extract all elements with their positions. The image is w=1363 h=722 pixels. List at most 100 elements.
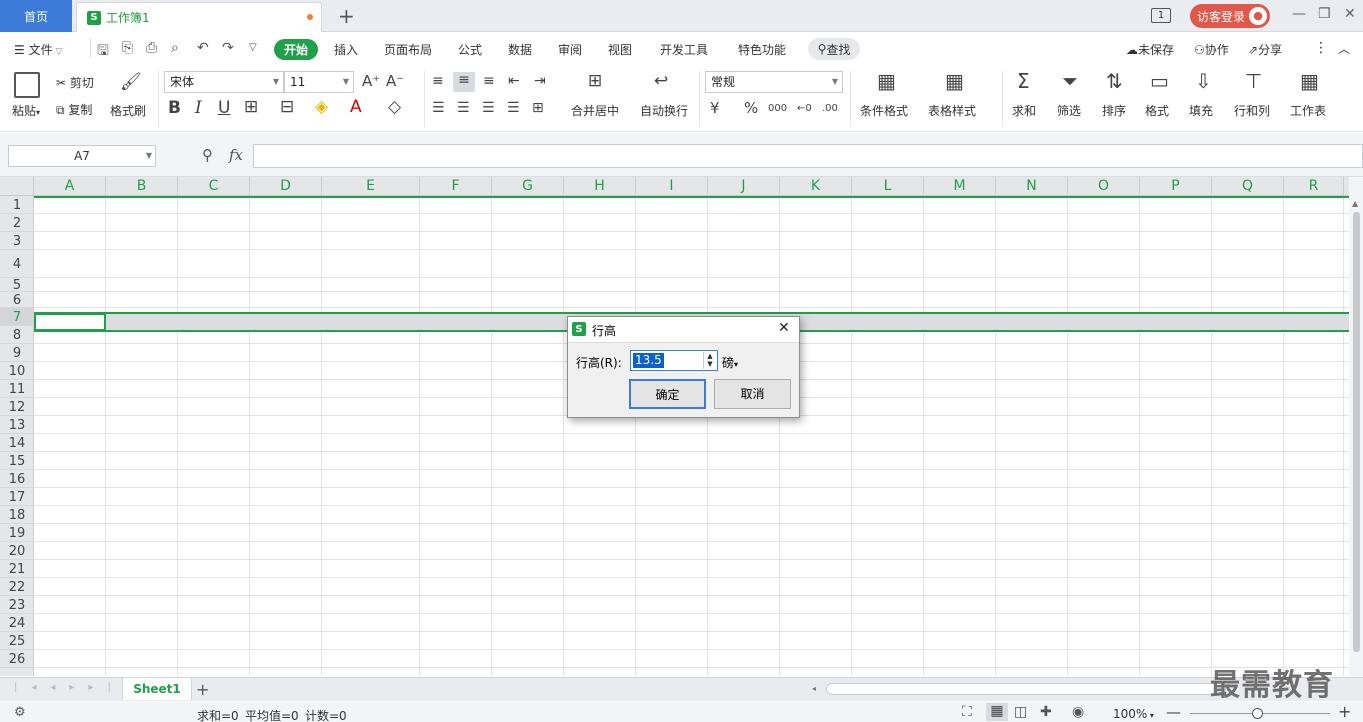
merge-center-icon[interactable]: ⊞ — [588, 73, 602, 90]
italic-button[interactable]: I — [195, 100, 202, 117]
print-preview-icon[interactable]: ⌕ — [171, 40, 179, 56]
tab-home[interactable]: 首页 — [0, 0, 72, 32]
vertical-scrollbar[interactable]: ▲ — [1349, 177, 1363, 677]
thousands-button[interactable]: 000 — [768, 100, 787, 117]
row-header-17[interactable]: 17 — [0, 488, 34, 506]
row-header-11[interactable]: 11 — [0, 380, 34, 398]
column-header-e[interactable]: E — [322, 177, 420, 196]
row-header-21[interactable]: 21 — [0, 560, 34, 578]
row-header-12[interactable]: 12 — [0, 398, 34, 416]
merge-center-button[interactable]: 合并居中 — [571, 102, 619, 119]
menu-developer[interactable]: 开发工具 — [660, 41, 708, 58]
menu-start[interactable]: 开始 — [274, 39, 318, 60]
align-middle-icon[interactable]: ≡ — [453, 72, 475, 92]
fx-button[interactable]: fx — [229, 146, 243, 164]
increase-font-icon[interactable]: A⁺ — [362, 73, 380, 90]
row-header-14[interactable]: 14 — [0, 434, 34, 452]
format-painter-button[interactable]: 格式刷 — [110, 102, 146, 119]
column-header-i[interactable]: I — [636, 177, 708, 196]
row-header-7[interactable]: 7 — [0, 308, 34, 326]
border-icon[interactable]: ⊞ — [244, 99, 258, 116]
justify-icon[interactable]: ☰ — [507, 100, 520, 117]
active-cell[interactable] — [34, 313, 106, 331]
font-color-icon[interactable]: A — [350, 99, 362, 116]
row-header-26[interactable]: 26 — [0, 650, 34, 668]
wrap-text-icon[interactable]: ↩ — [654, 73, 668, 90]
cell-grid[interactable] — [34, 196, 1349, 676]
export-icon[interactable]: ⎘ — [122, 40, 133, 56]
column-header-l[interactable]: L — [852, 177, 924, 196]
worksheet-icon[interactable]: ▦ — [1300, 71, 1319, 91]
scroll-up-icon[interactable]: ▲ — [1352, 199, 1358, 208]
column-header-f[interactable]: F — [420, 177, 492, 196]
tab-workbook[interactable]: S 工作簿1 — [76, 2, 322, 32]
table-style-icon[interactable]: ▦ — [945, 71, 964, 91]
align-left-icon[interactable]: ☰ — [432, 100, 445, 117]
row-header-5[interactable]: 5 — [0, 278, 34, 293]
currency-button[interactable]: ¥ — [710, 100, 720, 117]
fill-color-icon[interactable]: ◈ — [315, 99, 328, 116]
row-height-input[interactable]: 13.5 ▲ ▼ — [630, 350, 718, 371]
conditional-format-button[interactable]: 条件格式 — [860, 102, 908, 119]
macro-icon[interactable]: ⚙ — [14, 705, 26, 720]
format-painter-icon[interactable]: 🖌 — [120, 74, 142, 91]
table-style-button[interactable]: 表格样式 — [928, 102, 976, 119]
sort-button[interactable]: 排序 — [1102, 102, 1126, 119]
zoom-out-icon[interactable]: — — [1166, 703, 1181, 721]
row-header-23[interactable]: 23 — [0, 596, 34, 614]
row-header-24[interactable]: 24 — [0, 614, 34, 632]
decrease-indent-icon[interactable]: ⇤ — [508, 73, 520, 90]
select-all-corner[interactable] — [0, 177, 34, 196]
spin-up-icon[interactable]: ▲ — [704, 352, 716, 360]
cancel-button[interactable]: 取消 — [714, 379, 791, 409]
vertical-scroll-thumb[interactable] — [1353, 212, 1360, 652]
decrease-decimal-icon[interactable]: .00 — [822, 100, 838, 117]
column-header-o[interactable]: O — [1068, 177, 1140, 196]
row-header-15[interactable]: 15 — [0, 452, 34, 470]
column-header-k[interactable]: K — [780, 177, 852, 196]
sum-button[interactable]: 求和 — [1012, 102, 1036, 119]
column-header-g[interactable]: G — [492, 177, 564, 196]
row-header-8[interactable]: 8 — [0, 326, 34, 344]
column-header-c[interactable]: C — [178, 177, 250, 196]
copy-button[interactable]: ⧉ 复制 — [56, 101, 92, 118]
undo-icon[interactable]: ↶ — [197, 40, 209, 56]
column-header-m[interactable]: M — [924, 177, 996, 196]
worksheet-button[interactable]: 工作表 — [1290, 102, 1326, 119]
fill-button[interactable]: 填充 — [1189, 102, 1213, 119]
filter-icon[interactable]: ⏷ — [1062, 71, 1078, 91]
fullscreen-icon[interactable]: ⛶ — [962, 704, 972, 720]
menu-review[interactable]: 审阅 — [558, 41, 582, 58]
menu-file[interactable]: ☰ 文件 ▽ — [14, 41, 62, 58]
row-height-stepper[interactable]: ▲ ▼ — [703, 352, 716, 369]
column-header-h[interactable]: H — [564, 177, 636, 196]
column-header-b[interactable]: B — [106, 177, 178, 196]
menu-insert[interactable]: 插入 — [334, 41, 358, 58]
percent-button[interactable]: % — [744, 100, 758, 117]
menu-page-layout[interactable]: 页面布局 — [384, 41, 432, 58]
column-header-q[interactable]: Q — [1212, 177, 1284, 196]
filter-button[interactable]: 筛选 — [1057, 102, 1081, 119]
sheet-nav-icons[interactable]: |◂◂▸▸| — [14, 682, 125, 693]
collapse-ribbon-icon[interactable]: ︿ — [1338, 40, 1350, 57]
bold-button[interactable]: B — [168, 100, 181, 117]
align-center-icon[interactable]: ☰ — [457, 100, 470, 117]
new-tab-button[interactable]: + — [338, 4, 355, 28]
row-header-2[interactable]: 2 — [0, 214, 34, 232]
paste-icon[interactable] — [14, 72, 40, 98]
format-icon[interactable]: ▭ — [1150, 71, 1169, 91]
conditional-format-icon[interactable]: ▦ — [877, 71, 896, 91]
spin-down-icon[interactable]: ▼ — [704, 360, 716, 368]
row-header-18[interactable]: 18 — [0, 506, 34, 524]
zoom-formula-icon[interactable]: ⚲ — [202, 146, 213, 164]
column-header-j[interactable]: J — [708, 177, 780, 196]
page-break-view-icon[interactable]: ◫ — [1014, 704, 1027, 720]
normal-view-icon[interactable]: ▦ — [986, 703, 1008, 721]
align-top-icon[interactable]: ≡ — [432, 73, 444, 90]
name-box[interactable]: A7 ▼ — [8, 145, 156, 167]
menu-data[interactable]: 数据 — [508, 41, 532, 58]
column-header-n[interactable]: N — [996, 177, 1068, 196]
save-icon[interactable]: 🖫 — [97, 40, 109, 64]
number-format-select[interactable]: 常规 ▼ — [705, 71, 843, 93]
row-header-19[interactable]: 19 — [0, 524, 34, 542]
